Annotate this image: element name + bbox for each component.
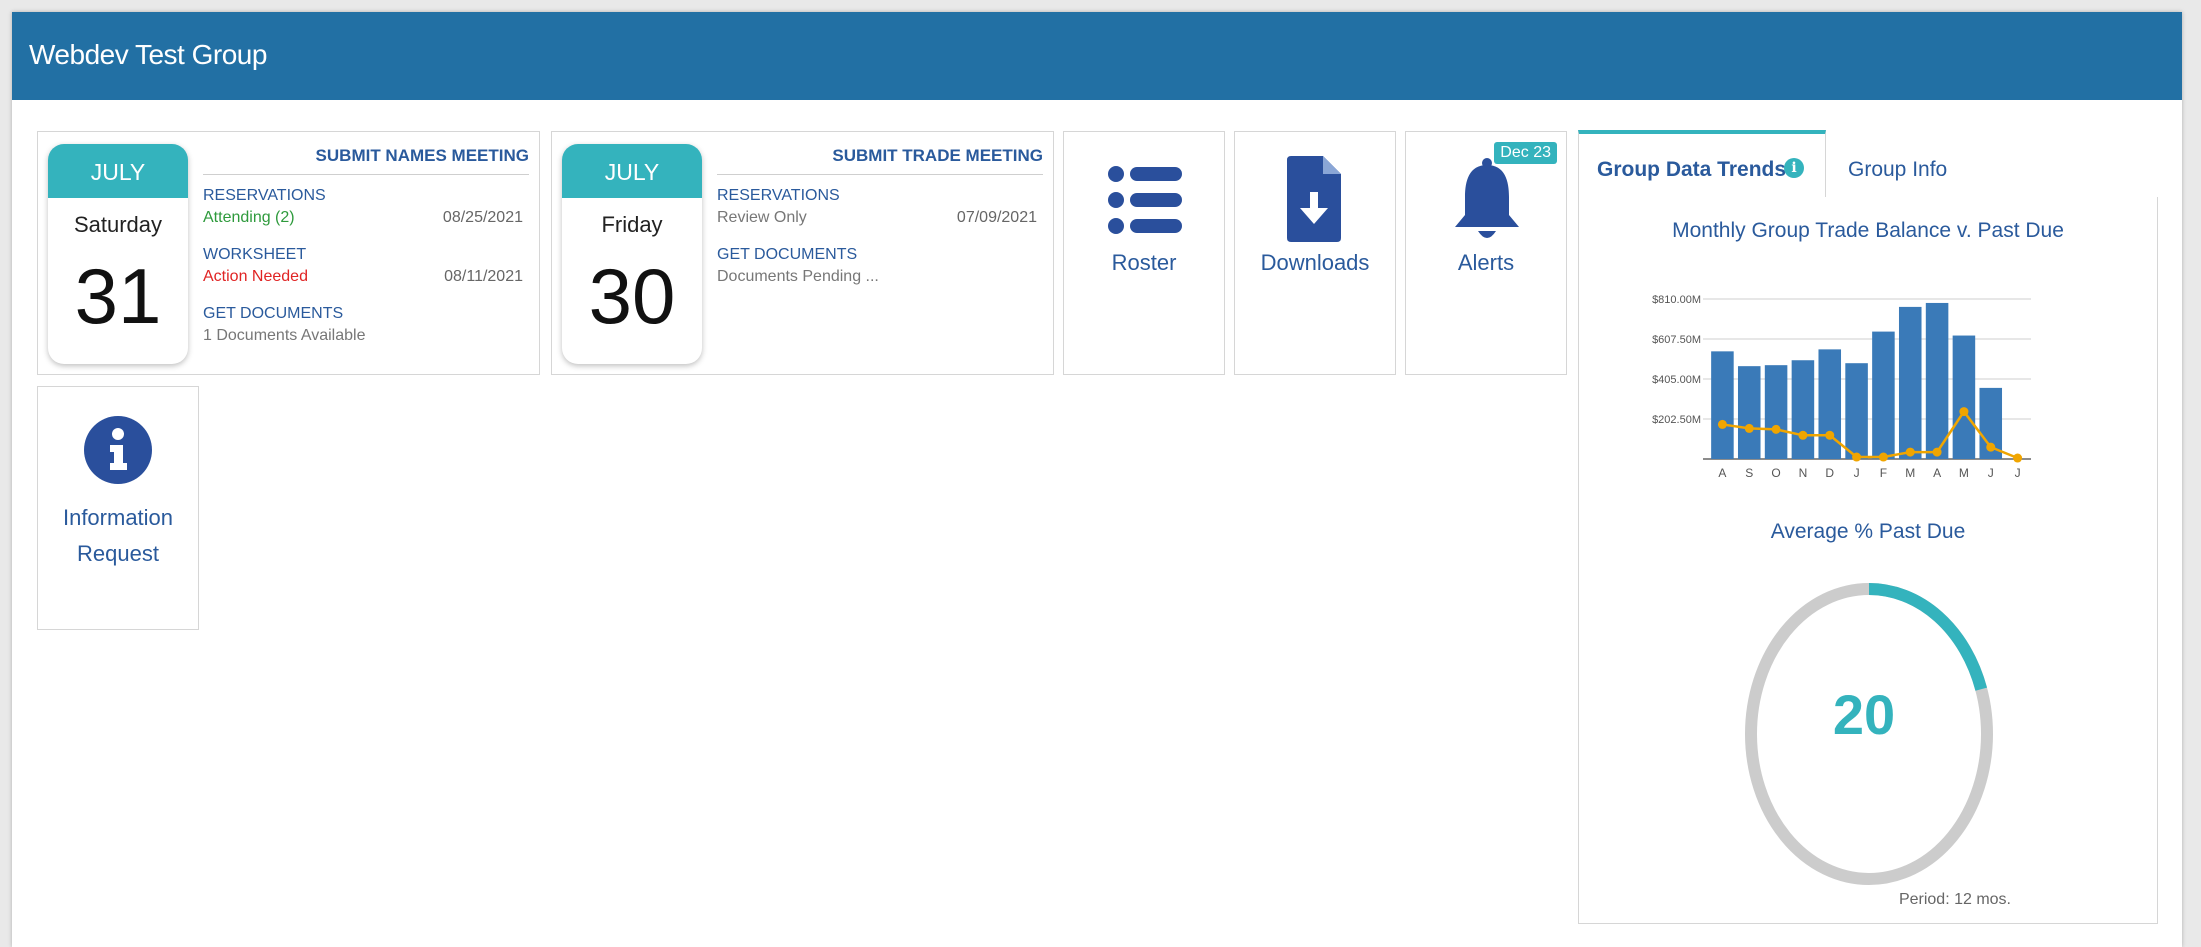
trade-balance-chart: $810.00M $607.50M $405.00M $202.50M A S O N D J F M… <box>1652 294 2031 480</box>
calendar-badge: JULY Saturday 31 <box>48 144 188 364</box>
file-download-icon <box>1287 156 1341 242</box>
reservations-date: 08/25/2021 <box>442 209 523 226</box>
documents-status: 1 Documents Available <box>203 327 366 344</box>
x-tick-label: J <box>1988 466 1994 480</box>
line-point <box>1798 430 1808 440</box>
divider <box>717 174 1043 175</box>
tab-group-data-trends[interactable]: Group Data Trends i <box>1578 130 1826 198</box>
bar <box>1898 306 1922 459</box>
information-request-tile[interactable]: Information Request <box>37 386 199 630</box>
group-title: Webdev Test Group <box>29 39 267 70</box>
list-icon <box>1108 166 1182 234</box>
worksheet-link[interactable]: WORKSHEET <box>203 246 306 264</box>
bar <box>1711 351 1734 459</box>
reservations-link[interactable]: RESERVATIONS <box>717 187 840 205</box>
x-tick-label: J <box>2015 466 2021 480</box>
donut-chart-title: Average % Past Due <box>1770 520 1966 543</box>
period-label: Period: 12 mos. <box>1898 891 2011 908</box>
calendar-day: 30 <box>588 252 676 340</box>
bar <box>1952 335 1976 459</box>
bar <box>1764 365 1788 459</box>
x-tick-label: A <box>1718 466 1726 480</box>
alerts-tile[interactable]: Dec 23 Alerts <box>1405 131 1567 375</box>
calendar-month: JULY <box>562 144 702 198</box>
line-point <box>1825 430 1835 440</box>
x-tick-label: S <box>1745 466 1753 480</box>
donut-value: 20 <box>1832 683 1896 746</box>
calendar-month: JULY <box>48 144 188 198</box>
reservations-status: Review Only <box>717 209 807 226</box>
reservations-date: 07/09/2021 <box>956 209 1037 226</box>
worksheet-date: 08/11/2021 <box>444 268 523 285</box>
line-point <box>1959 407 1969 417</box>
calendar-weekday: Saturday <box>73 212 163 237</box>
line-point <box>1905 447 1915 457</box>
x-tick-label: O <box>1771 466 1780 480</box>
roster-tile[interactable]: Roster <box>1063 131 1225 375</box>
downloads-label: Downloads <box>1260 250 1370 275</box>
worksheet-status: Action Needed <box>203 268 308 285</box>
line-point <box>1852 452 1862 462</box>
tab-label: Group Data Trends <box>1597 158 1787 181</box>
meeting-card-trade[interactable]: JULY Friday 30 SUBMIT TRADE MEETING RESE… <box>551 131 1054 375</box>
info-request-label-line2: Request <box>77 541 159 566</box>
reservations-link[interactable]: RESERVATIONS <box>203 187 326 205</box>
roster-label: Roster <box>1111 250 1177 275</box>
calendar-weekday: Friday <box>601 212 663 237</box>
y-tick-label: $810.00M <box>1652 294 1701 306</box>
bar-chart-title: Monthly Group Trade Balance v. Past Due <box>1672 219 2064 242</box>
y-tick-label: $405.00M <box>1652 374 1701 386</box>
trends-panel: Monthly Group Trade Balance v. Past Due … <box>1578 197 2158 924</box>
get-documents-link[interactable]: GET DOCUMENTS <box>717 246 857 264</box>
line-point <box>1717 419 1727 429</box>
x-tick-label: M <box>1959 466 1969 480</box>
donut-slice-past-due <box>1868 583 1988 691</box>
alerts-label: Alerts <box>1457 250 1515 275</box>
line-point <box>1744 423 1754 433</box>
x-tick-label: N <box>1799 466 1808 480</box>
info-circle-icon <box>84 416 152 484</box>
y-tick-label: $607.50M <box>1652 334 1701 346</box>
line-point <box>1771 424 1781 434</box>
header-bar: Webdev Test Group <box>12 12 2182 100</box>
divider <box>203 174 529 175</box>
info-icon[interactable]: i <box>1784 158 1804 178</box>
x-tick-label: A <box>1933 466 1941 480</box>
y-tick-label: $202.50M <box>1652 414 1701 426</box>
tab-group-info[interactable]: Group Info <box>1848 158 1947 182</box>
bar <box>1872 331 1895 459</box>
x-tick-label: J <box>1854 466 1860 480</box>
bar <box>1925 302 1949 459</box>
info-request-label-line1: Information <box>62 505 174 530</box>
line-point <box>1986 442 1996 452</box>
downloads-tile[interactable]: Downloads <box>1234 131 1396 375</box>
x-tick-label: D <box>1825 466 1834 480</box>
calendar-day: 31 <box>74 252 162 340</box>
calendar-badge: JULY Friday 30 <box>562 144 702 364</box>
line-point <box>2013 453 2023 463</box>
trends-tabs: Group Data Trends i Group Info <box>1578 130 2158 198</box>
bell-icon <box>1455 158 1519 238</box>
line-point <box>1878 452 1888 462</box>
bar <box>1845 363 1868 459</box>
x-tick-label: M <box>1905 466 1915 480</box>
meeting-title[interactable]: SUBMIT TRADE MEETING <box>832 146 1043 166</box>
get-documents-link[interactable]: GET DOCUMENTS <box>203 305 343 323</box>
reservations-status: Attending (2) <box>203 209 295 226</box>
meeting-card-names[interactable]: JULY Saturday 31 SUBMIT NAMES MEETING RE… <box>37 131 540 375</box>
bar <box>1737 366 1761 459</box>
x-tick-label: F <box>1880 466 1887 480</box>
meeting-title[interactable]: SUBMIT NAMES MEETING <box>316 146 529 166</box>
line-point <box>1932 447 1942 457</box>
documents-status: Documents Pending ... <box>717 268 879 285</box>
bar <box>1791 360 1815 459</box>
